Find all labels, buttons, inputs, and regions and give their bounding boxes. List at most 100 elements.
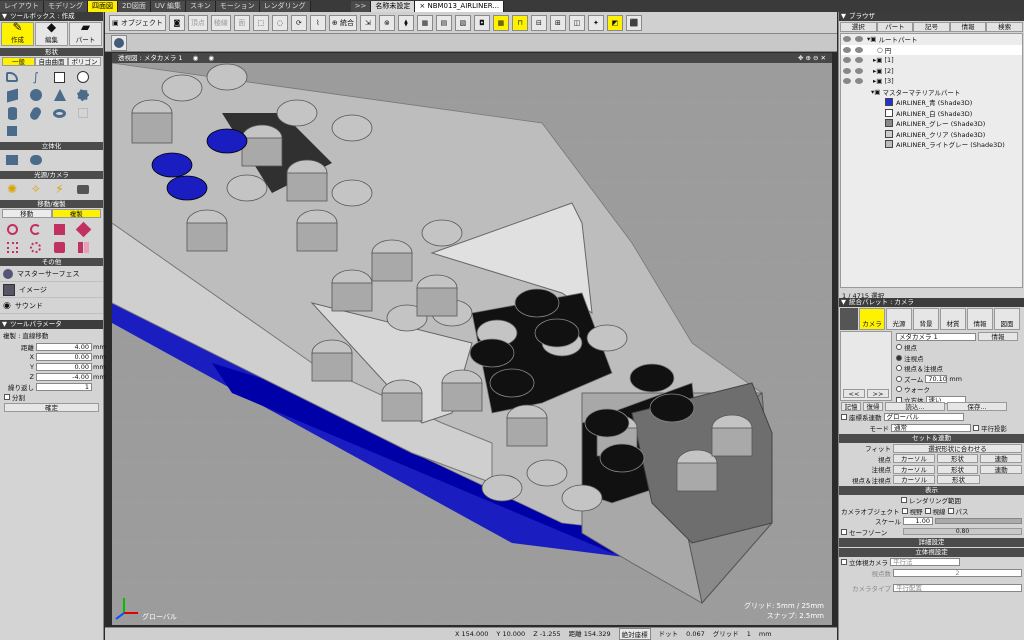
render-camera-button[interactable]: ◙ xyxy=(168,14,185,31)
tree-row[interactable]: ▸▣ [3] xyxy=(841,76,1022,87)
symmetry-button[interactable]: ⧫ xyxy=(397,14,414,31)
fov-checkbox[interactable] xyxy=(901,507,908,514)
render-icon[interactable] xyxy=(855,36,863,43)
car-button[interactable]: ◘ xyxy=(473,14,490,31)
tab-rendering[interactable]: レンダリング xyxy=(259,0,311,12)
line-light-icon[interactable]: ⚡ xyxy=(52,181,68,197)
option-walk[interactable]: ウォーク xyxy=(896,385,1021,394)
more-tabs-button[interactable]: >> xyxy=(350,0,372,12)
tree-row[interactable]: AIRLINER_グレー (Shade3D) xyxy=(841,118,1022,129)
tree-row[interactable]: AIRLINER_白 (Shade3D) xyxy=(841,108,1022,119)
render-icon[interactable] xyxy=(855,46,863,53)
palette-tab-camera[interactable]: カメラ xyxy=(859,308,885,330)
circle-tool-icon[interactable] xyxy=(75,69,91,85)
camera-next-button[interactable]: >> xyxy=(867,389,889,398)
shape-tab-freeform[interactable]: 自由曲面 xyxy=(35,57,68,66)
shape-tab-general[interactable]: 一般 xyxy=(2,57,35,66)
cylinder-tool-icon[interactable] xyxy=(4,105,20,121)
coord-mode-select[interactable]: 絶対座標 xyxy=(618,628,651,640)
polygon-sphere-tool-icon[interactable] xyxy=(75,87,91,103)
spotlight-icon[interactable]: ✧ xyxy=(28,181,44,197)
image-item[interactable]: イメージ xyxy=(0,282,103,298)
capsule-tool-icon[interactable] xyxy=(28,105,44,121)
sphere-view-button[interactable] xyxy=(111,35,127,51)
cone-tool-icon[interactable] xyxy=(52,87,68,103)
scale-tool-icon[interactable] xyxy=(4,221,20,237)
tree-row[interactable]: AIRLINER_青 (Shade3D) xyxy=(841,97,1022,108)
grid-copy-tool-icon[interactable] xyxy=(4,239,20,255)
camera-name-select[interactable]: メタカメラ 1 xyxy=(896,332,976,341)
object-mode-button[interactable]: ▣ オブジェクト xyxy=(109,14,166,31)
coord-link-select[interactable]: グローバル xyxy=(883,413,964,422)
circular-copy-tool-icon[interactable] xyxy=(28,239,44,255)
shape-tab-polygon[interactable]: ポリゴン xyxy=(68,57,101,66)
snap-button[interactable]: ⊗ xyxy=(378,14,395,31)
tree-row[interactable]: AIRLINER_クリア (Shade3D) xyxy=(841,129,1022,140)
tree-row[interactable]: ▾▣ ルートパート xyxy=(841,34,1022,45)
palette-tab-light[interactable]: 光源 xyxy=(886,308,912,330)
eye-icon[interactable] xyxy=(843,46,851,53)
edge-mode-button[interactable]: 稜線 xyxy=(210,14,231,31)
copy-tab[interactable]: 複製 xyxy=(51,209,101,218)
browser-tab-search[interactable]: 検索 xyxy=(986,22,1023,32)
camera-nav-pad[interactable]: << >> xyxy=(840,331,892,401)
polyline-tool-icon[interactable] xyxy=(4,69,20,85)
eye-icon[interactable] xyxy=(843,57,851,64)
part-mode-button[interactable]: ▰ パート xyxy=(69,20,102,46)
split-checkbox[interactable] xyxy=(4,393,10,400)
view-dot2-icon[interactable]: ◉ xyxy=(208,54,214,62)
tab-2d-drawing[interactable]: 2D図面 xyxy=(118,0,151,12)
fit-selection-button[interactable]: 選択形状に合わせる xyxy=(893,443,1022,453)
measure-button[interactable]: ⊞ xyxy=(549,14,566,31)
transform-tool-icon[interactable] xyxy=(75,221,92,237)
collapse-triangle-icon[interactable]: ▼ xyxy=(2,12,7,21)
target-cursor-button[interactable]: カーソル xyxy=(893,464,935,474)
option-both[interactable]: 視点＆注視点 xyxy=(896,364,1021,373)
browser-tab-part[interactable]: パート xyxy=(876,22,914,32)
scale-slider[interactable] xyxy=(935,518,1022,525)
master-surface-item[interactable]: マスターサーフェス xyxy=(0,266,103,282)
rect-select-button[interactable]: ⬚ xyxy=(252,14,269,31)
light-button[interactable]: ✦ xyxy=(587,14,604,31)
light-camera-section-header[interactable]: 光源/カメラ xyxy=(0,171,103,179)
viewpoint-link-button[interactable]: 連動 xyxy=(980,454,1023,464)
tree-row[interactable]: ▾▣ マスターマテリアルパート xyxy=(841,87,1022,98)
palette-header[interactable]: ▼ 統合パレット : カメラ xyxy=(839,298,1024,307)
view-button[interactable]: ▧ xyxy=(454,14,471,31)
shape-section-header[interactable]: 形状 xyxy=(0,48,103,56)
zoom-input[interactable]: 70.10 xyxy=(925,374,948,383)
mirror-tool-icon[interactable] xyxy=(75,239,91,255)
paint-select-button[interactable]: ⌇ xyxy=(309,14,326,31)
radio-target[interactable] xyxy=(896,354,902,361)
mode-select[interactable]: 通常 xyxy=(891,423,971,432)
store-button[interactable]: 記憶 xyxy=(841,402,861,412)
load-button[interactable]: 読込... xyxy=(885,402,945,412)
camera-prev-button[interactable]: << xyxy=(843,389,865,398)
tree-row[interactable]: AIRLINER_ライトグレー (Shade3D) xyxy=(841,139,1022,150)
distance-input[interactable]: 4.00 xyxy=(36,342,92,351)
sphere-tool-icon[interactable] xyxy=(28,87,44,103)
view-dot-icon[interactable]: ◉ xyxy=(193,54,199,62)
z-input[interactable]: -4.00 xyxy=(36,372,92,381)
safe-zone-slider[interactable]: 0.80 xyxy=(903,528,1022,536)
palette-tab-material[interactable]: 材質 xyxy=(940,308,966,330)
collapse-triangle-icon[interactable]: ▼ xyxy=(841,12,846,21)
coord-link-checkbox[interactable] xyxy=(841,414,847,421)
view-cube-button[interactable]: ⬛ xyxy=(625,14,642,31)
browser-header[interactable]: ▼ ブラウザ xyxy=(839,12,1024,21)
split-checkbox-row[interactable]: 分割 xyxy=(0,392,103,402)
snap-toggle-button[interactable]: ⊓ xyxy=(511,14,528,31)
view-nav-icons[interactable]: ✥ ⊕ ⊖ ✕ xyxy=(798,53,826,63)
render-button[interactable]: ▦ xyxy=(416,14,433,31)
shade-button[interactable]: ▤ xyxy=(435,14,452,31)
radio-walk[interactable] xyxy=(896,386,902,393)
camera-icon[interactable] xyxy=(75,181,91,197)
stereo-checkbox[interactable] xyxy=(841,559,847,566)
stack-copy-tool-icon[interactable] xyxy=(52,239,68,255)
save-button[interactable]: 保存... xyxy=(947,402,1007,412)
render-icon[interactable] xyxy=(855,57,863,64)
rotate-tool-icon[interactable] xyxy=(28,221,44,237)
eye-icon[interactable] xyxy=(843,67,851,74)
tool-params-header[interactable]: ▼ ツールパラメータ xyxy=(0,320,103,329)
eyes-input[interactable]: 2 xyxy=(893,568,1022,577)
